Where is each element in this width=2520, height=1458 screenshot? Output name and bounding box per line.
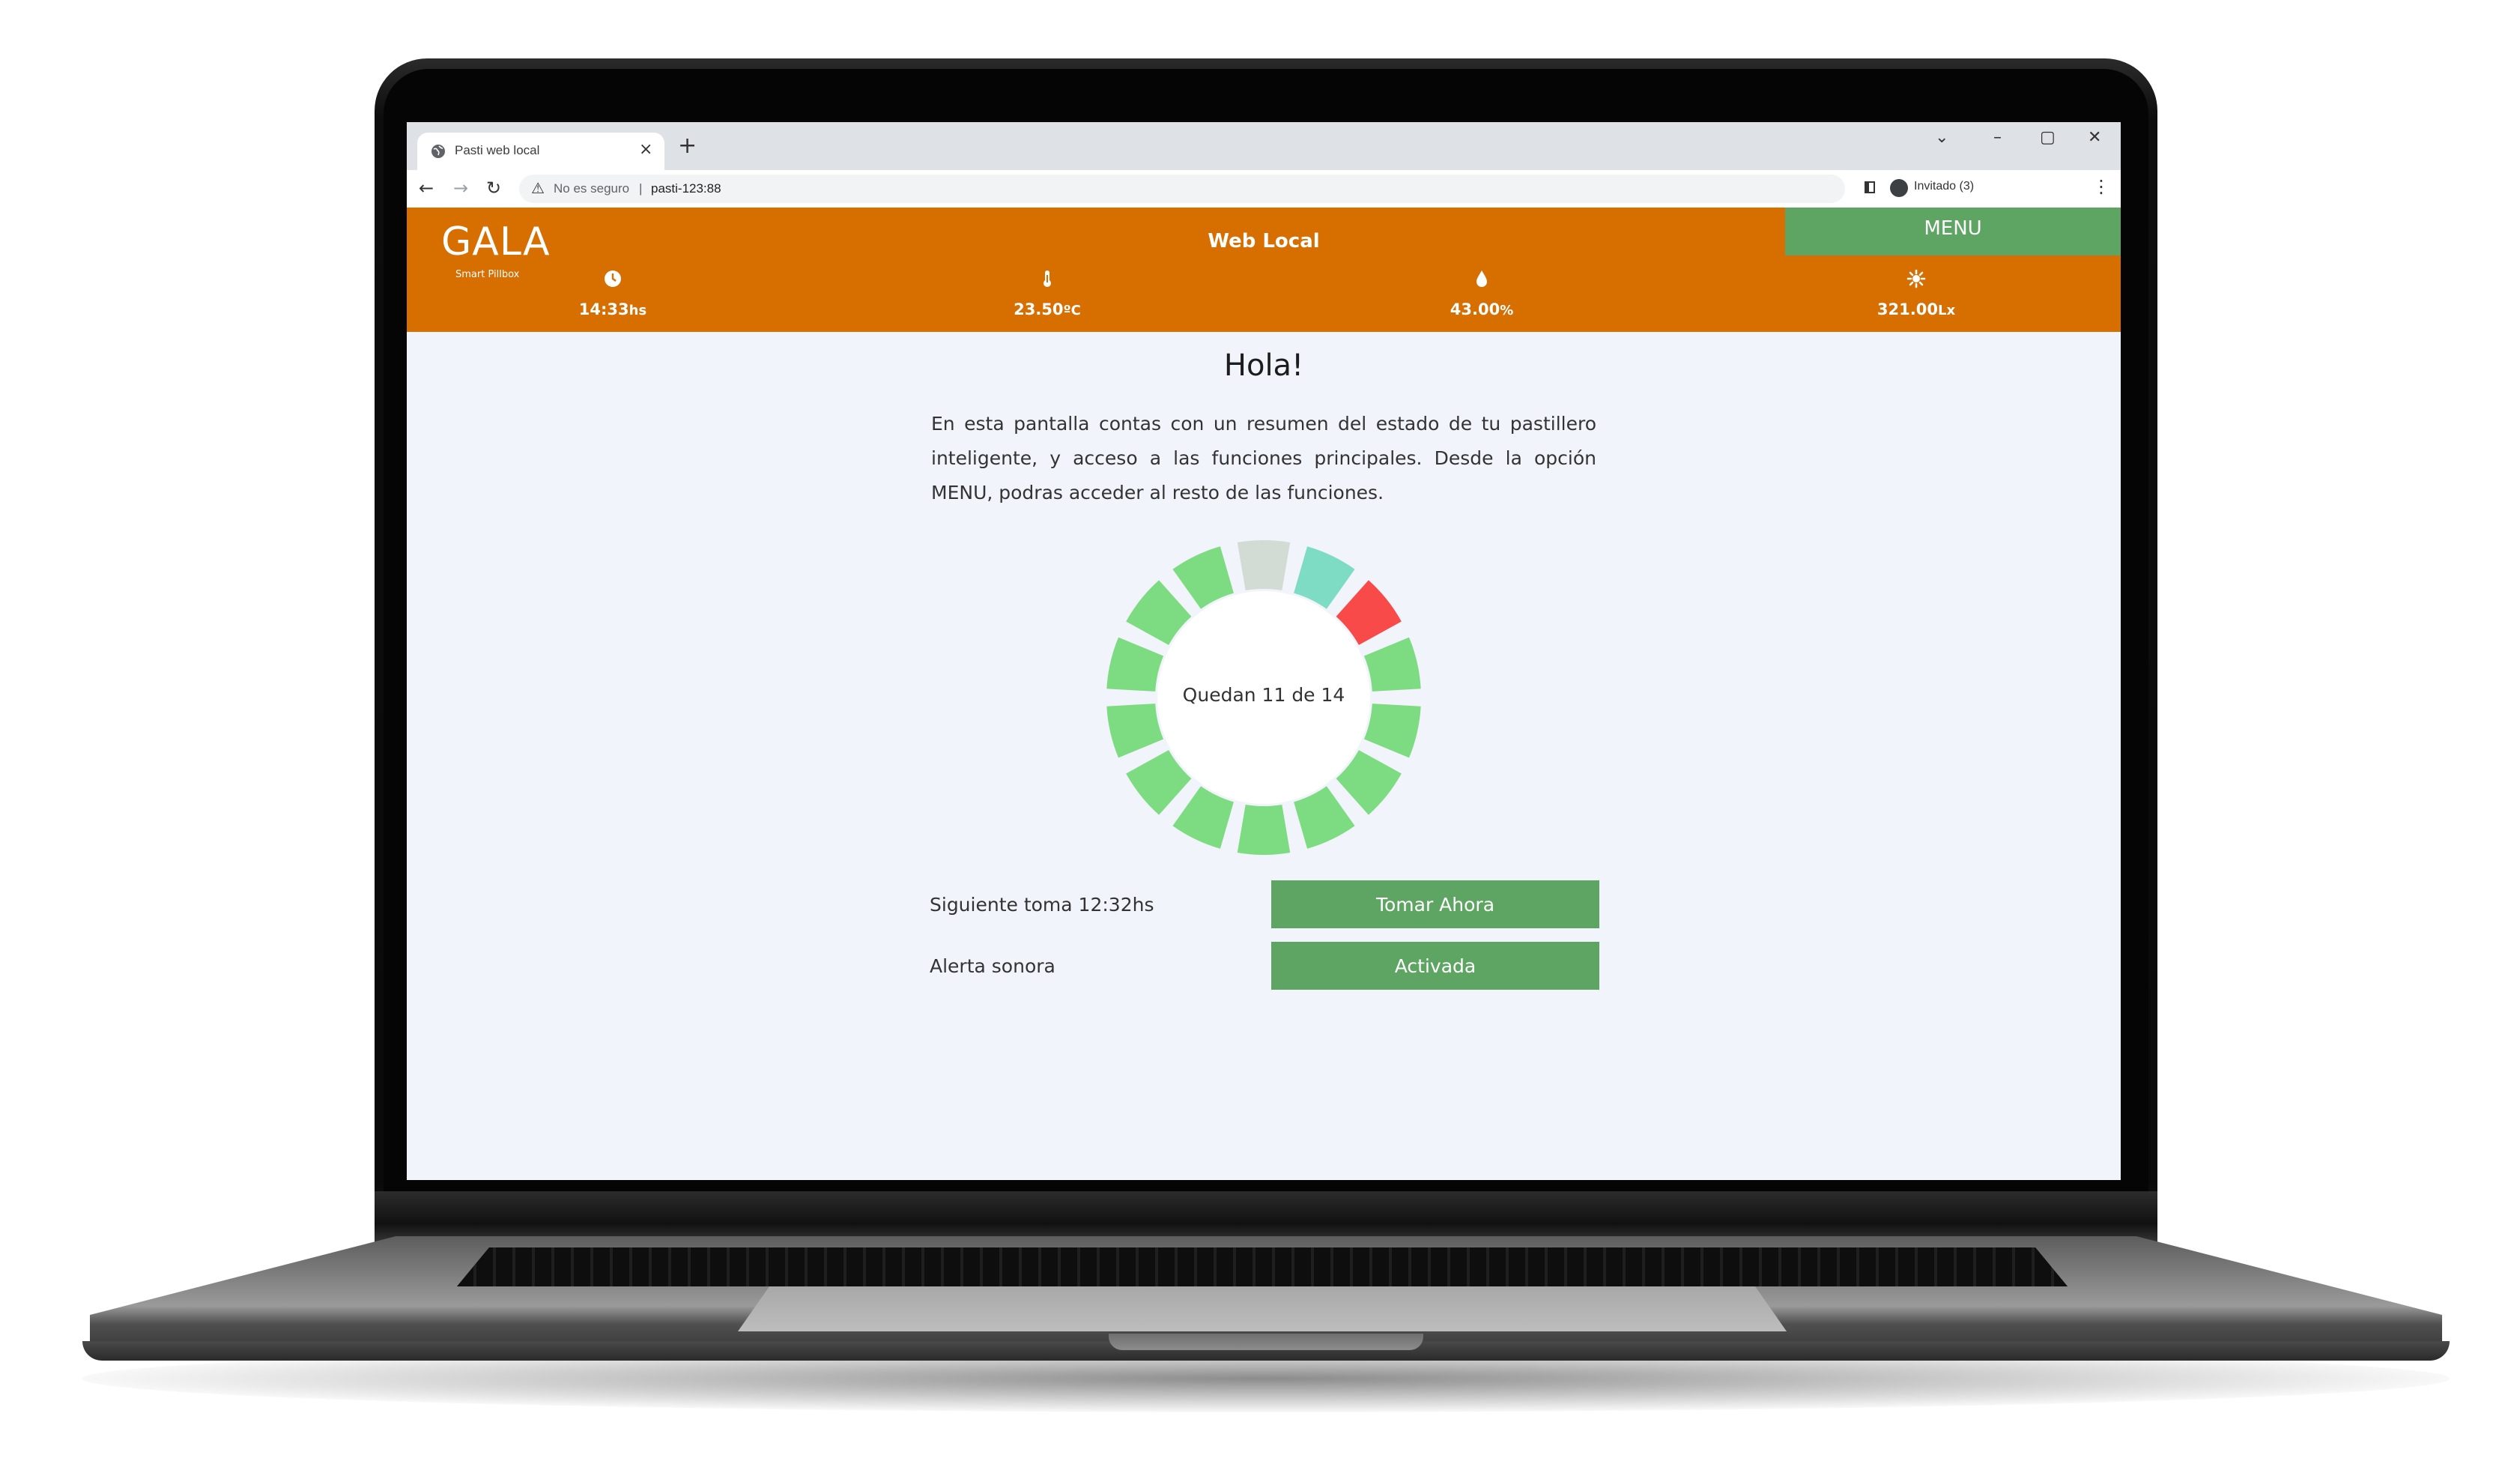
droplet-icon	[1384, 269, 1579, 294]
laptop-screen: Pasti web local × + ⌄ – ▢ ✕ ← → ↻ ⚠ No e…	[407, 122, 2121, 1180]
globe-icon	[431, 145, 445, 158]
stat-temperature-value: 23.50ºC	[1014, 300, 1081, 318]
stat-humidity-value: 43.00%	[1450, 300, 1514, 318]
greeting-heading: Hola!	[1223, 348, 1304, 383]
tab-search-icon[interactable]: ⌄	[1935, 128, 1948, 147]
clock-icon	[515, 269, 710, 294]
pill-slot-taken	[1106, 704, 1164, 758]
browser-tab[interactable]: Pasti web local ×	[417, 133, 664, 170]
menu-button[interactable]: MENU	[1785, 208, 2121, 255]
close-window-icon[interactable]: ✕	[2088, 128, 2101, 147]
sun-icon	[1819, 269, 2014, 294]
take-now-button[interactable]: Tomar Ahora	[1271, 880, 1599, 928]
pills-remaining-label: Quedan 11 de 14	[1182, 684, 1345, 706]
laptop-keyboard	[457, 1247, 2068, 1286]
stat-temperature: 23.50ºC	[950, 269, 1145, 318]
warning-icon[interactable]: ⚠	[531, 179, 545, 197]
pill-slot-taken	[1363, 704, 1421, 758]
security-label: No es seguro	[554, 181, 630, 196]
maximize-icon[interactable]: ▢	[2040, 128, 2056, 147]
reload-icon[interactable]: ↻	[486, 178, 501, 199]
laptop-notch	[1109, 1334, 1423, 1350]
tab-title: Pasti web local	[455, 143, 540, 157]
stat-light: 321.00Lx	[1819, 269, 2014, 318]
profile-label[interactable]: Invitado (3)	[1914, 180, 1974, 193]
forward-arrow-icon[interactable]: →	[453, 178, 468, 199]
intro-text: En esta pantalla contas con un resumen d…	[931, 413, 1596, 503]
stat-humidity: 43.00%	[1384, 269, 1579, 318]
laptop-trackpad	[738, 1286, 1787, 1331]
sound-alert-label: Alerta sonora	[930, 955, 1055, 977]
main-content: Hola! En esta pantalla contas con un res…	[407, 332, 2121, 1180]
url-separator: |	[639, 181, 643, 196]
profile-avatar-icon[interactable]	[1890, 179, 1908, 197]
app-header: GALA Smart Pillbox Web Local MENU 14:33h…	[407, 208, 2121, 332]
tab-close-icon[interactable]: ×	[639, 140, 652, 159]
brand-subtitle: Smart Pillbox	[455, 269, 520, 280]
next-dose-label: Siguiente toma 12:32hs	[930, 894, 1154, 916]
pill-slot-empty	[1237, 540, 1291, 591]
stat-light-value: 321.00Lx	[1877, 300, 1956, 318]
side-panel-icon[interactable]	[1865, 181, 1875, 193]
stat-time-value: 14:33hs	[578, 300, 647, 318]
browser-toolbar: ← → ↻ ⚠ No es seguro | pasti-123:88 Invi…	[407, 170, 2121, 208]
pill-slot-taken	[1237, 804, 1291, 855]
address-bar[interactable]: ⚠ No es seguro | pasti-123:88	[519, 175, 1845, 203]
sound-alert-toggle[interactable]: Activada	[1271, 942, 1599, 990]
browser-tab-bar: Pasti web local × + ⌄ – ▢ ✕	[407, 122, 2121, 170]
minimize-icon[interactable]: –	[1993, 128, 2002, 147]
back-arrow-icon[interactable]: ←	[419, 178, 434, 199]
kebab-menu-icon[interactable]: ⋮	[2092, 176, 2110, 197]
thermometer-icon	[950, 269, 1145, 294]
new-tab-button[interactable]: +	[678, 133, 697, 159]
stat-time: 14:33hs	[515, 269, 710, 318]
url-text[interactable]: pasti-123:88	[651, 181, 721, 196]
